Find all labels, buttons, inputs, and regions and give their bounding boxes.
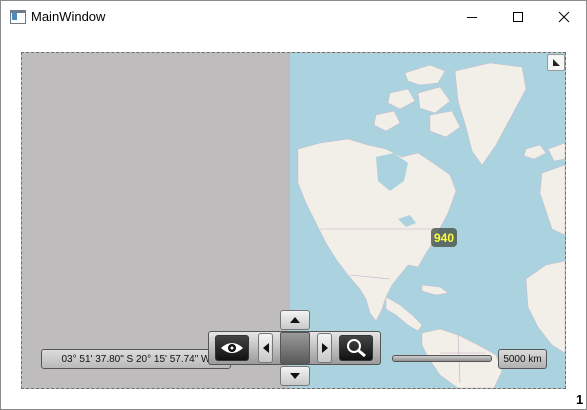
eye-icon [221, 343, 243, 353]
maximize-button[interactable] [495, 1, 541, 32]
title-bar: MainWindow [1, 1, 586, 32]
eye-button[interactable] [215, 335, 249, 361]
maximize-icon [513, 11, 523, 22]
corner-number: 1 [576, 392, 584, 407]
arrow-up-icon [290, 317, 300, 323]
pan-left-button[interactable] [258, 333, 273, 363]
zoom-button[interactable] [339, 335, 373, 361]
pan-right-button[interactable] [317, 333, 332, 363]
app-icon [10, 10, 26, 24]
window-title: MainWindow [31, 9, 106, 24]
coordinates-readout: 03° 51' 37.80" S 20° 15' 57.74" W [41, 349, 231, 369]
arrow-down-icon [290, 373, 300, 379]
cluster-marker[interactable]: 940 [431, 228, 457, 247]
map-control[interactable]: 940 03° 51' 37.80" S 20° 15' 57.74" W 50… [21, 52, 566, 389]
close-button[interactable] [541, 1, 587, 32]
arrow-right-icon [321, 343, 328, 353]
pan-down-button[interactable] [280, 366, 310, 386]
minimize-icon [467, 16, 477, 18]
corner-triangle-icon [553, 59, 560, 66]
arrow-left-icon [262, 343, 269, 353]
close-icon [558, 11, 570, 22]
pan-center-button[interactable] [280, 332, 310, 364]
scale-indicator: 5000 km [498, 349, 547, 369]
zoom-slider[interactable] [392, 355, 492, 362]
map-mode-button[interactable] [547, 54, 565, 71]
pan-up-button[interactable] [280, 310, 310, 330]
minimize-button[interactable] [449, 1, 495, 32]
magnifier-icon [347, 339, 366, 358]
